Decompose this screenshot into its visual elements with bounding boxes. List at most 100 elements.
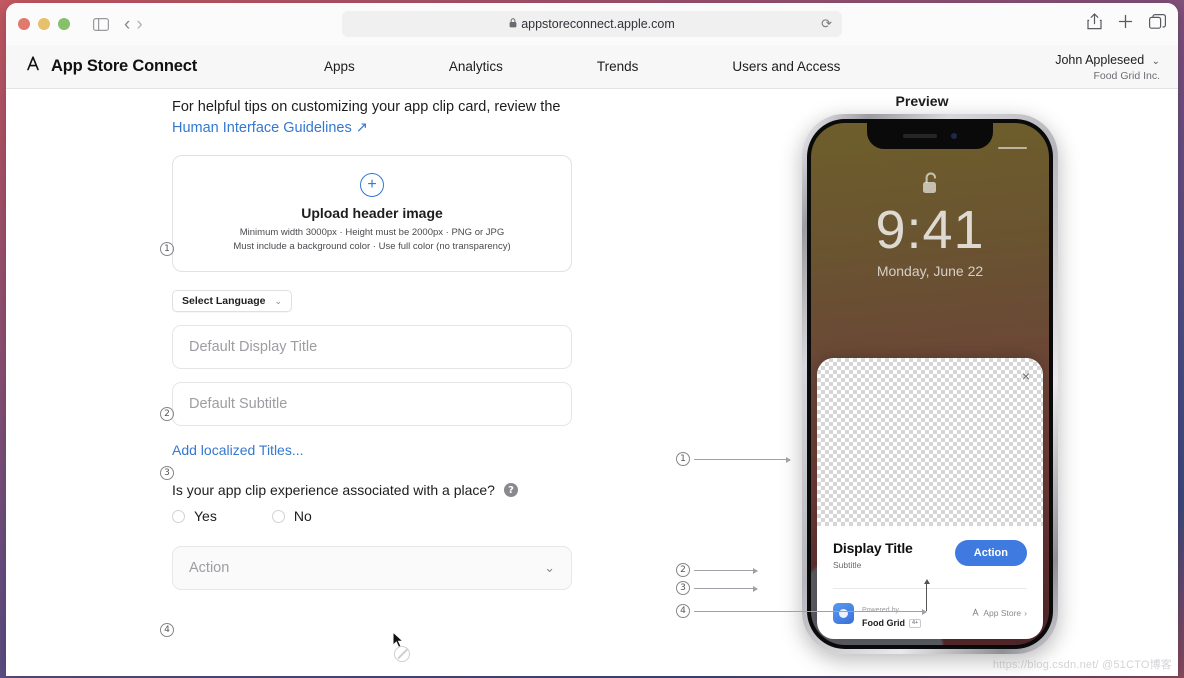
place-association-radios: Yes No	[172, 508, 666, 524]
account-name: John Appleseed	[1055, 52, 1145, 67]
app-store-connect-logo	[24, 55, 42, 78]
main-nav: Apps Analytics Trends Users and Access	[277, 59, 887, 74]
forward-arrow-icon[interactable]: ›	[136, 15, 142, 34]
dropzone-title: Upload header image	[301, 204, 443, 221]
callout-line-1	[694, 456, 791, 463]
phone-screen: 9:41 Monday, June 22 × Display Title Sub…	[811, 123, 1049, 645]
share-icon[interactable]	[1087, 13, 1102, 35]
phone-frame: 9:41 Monday, June 22 × Display Title Sub…	[802, 114, 1058, 654]
nav-item-apps[interactable]: Apps	[277, 59, 402, 74]
radio-no-label: No	[293, 508, 312, 525]
tip-sentence: For helpful tips on customizing your app…	[172, 99, 561, 115]
close-icon[interactable]: ×	[1022, 369, 1030, 383]
action-select[interactable]: Action ⌄	[172, 546, 572, 591]
callout-badge-2: 2	[676, 563, 690, 577]
nav-item-analytics[interactable]: Analytics	[402, 59, 550, 74]
display-title-placeholder: Default Display Title	[189, 339, 318, 356]
reload-icon[interactable]: ⟳	[821, 16, 832, 32]
action-placeholder: Action	[189, 560, 230, 577]
tip-text: For helpful tips on customizing your app…	[172, 97, 666, 138]
app-clip-card-body: Display Title Subtitle Action	[817, 526, 1043, 570]
account-org: Food Grid Inc.	[1093, 69, 1160, 82]
lockscreen-date: Monday, June 22	[876, 263, 984, 279]
chevron-down-icon: ⌄	[274, 295, 282, 306]
back-arrow-icon[interactable]: ‹	[124, 15, 130, 34]
powered-by-block: Powered by Food Grid 4+	[833, 598, 922, 629]
close-window-button[interactable]	[18, 18, 30, 30]
step-badge-2: 2	[160, 407, 174, 421]
browser-window: ‹ › appstoreconnect.apple.com ⟳ App Stor…	[6, 3, 1178, 676]
dropzone-requirements: Minimum width 3000px · Height must be 20…	[233, 226, 511, 253]
front-camera-icon	[951, 133, 957, 139]
address-text: appstoreconnect.apple.com	[521, 17, 675, 31]
callout-badge-3: 3	[676, 581, 690, 595]
address-bar[interactable]: appstoreconnect.apple.com ⟳	[342, 11, 842, 37]
card-action-button[interactable]: Action	[954, 540, 1027, 566]
human-interface-guidelines-link[interactable]: Human Interface Guidelines ↗	[172, 120, 368, 136]
callout-badge-4: 4	[676, 604, 690, 618]
nav-arrows: ‹ ›	[124, 15, 143, 34]
new-tab-icon[interactable]	[1118, 14, 1133, 34]
header-image-dropzone[interactable]: + Upload header image Minimum width 3000…	[172, 155, 572, 273]
traffic-lights	[18, 18, 70, 30]
default-display-title-input[interactable]: Default Display Title	[172, 325, 572, 370]
sidebar-toggle-icon[interactable]	[88, 11, 114, 37]
callout-line-4	[694, 608, 927, 615]
iphone-mockup: 9:41 Monday, June 22 × Display Title Sub…	[802, 114, 1058, 654]
account-menu[interactable]: John Appleseed ⌄ Food Grid Inc.	[1055, 50, 1160, 83]
phone-notch	[867, 123, 993, 149]
step-badge-4: 4	[160, 623, 174, 637]
question-text: Is your app clip experience associated w…	[172, 482, 495, 499]
nav-item-trends[interactable]: Trends	[550, 59, 686, 74]
app-store-label: App Store	[983, 608, 1022, 619]
card-display-title: Display Title	[833, 540, 913, 556]
app-header: App Store Connect Apps Analytics Trends …	[6, 45, 1178, 89]
app-store-connect-logo-small	[971, 608, 980, 619]
radio-option-no[interactable]: No	[271, 508, 312, 525]
radio-option-yes[interactable]: Yes	[172, 508, 217, 524]
step-badge-3: 3	[160, 466, 174, 480]
add-plus-icon: +	[360, 172, 384, 197]
app-name: Food Grid	[862, 617, 905, 628]
nav-item-users-and-access[interactable]: Users and Access	[685, 59, 887, 74]
default-subtitle-input[interactable]: Default Subtitle	[172, 382, 572, 427]
step-badge-1: 1	[160, 242, 174, 256]
radio-no-input[interactable]	[271, 509, 285, 523]
app-clip-card-titles: Display Title Subtitle	[833, 540, 913, 570]
select-language-label: Select Language	[182, 295, 266, 308]
browser-toolbar: ‹ › appstoreconnect.apple.com ⟳	[6, 3, 1178, 45]
earpiece-speaker-icon	[903, 134, 937, 138]
add-localized-titles-link[interactable]: Add localized Titles...	[172, 442, 304, 458]
place-association-question: Is your app clip experience associated w…	[172, 482, 666, 498]
preview-panel: Preview 1 2 3 4 9:41 Monday, June 22 × D…	[666, 89, 1178, 676]
lockscreen-time: 9:41	[875, 200, 985, 260]
chevron-down-icon: ⌄	[1151, 55, 1160, 67]
app-clip-card-footer: Powered by Food Grid 4+	[833, 587, 1027, 629]
zoom-window-button[interactable]	[58, 18, 70, 30]
toolbar-right-actions	[1087, 13, 1166, 35]
unlocked-padlock-icon	[919, 171, 941, 200]
minimize-window-button[interactable]	[38, 18, 50, 30]
header-image-placeholder: ×	[817, 358, 1043, 526]
brand-title: App Store Connect	[51, 57, 198, 75]
app-store-link[interactable]: App Store ›	[971, 608, 1027, 619]
callout-line-2	[694, 567, 758, 574]
app-name-row: Food Grid 4+	[862, 617, 922, 629]
help-icon[interactable]: ?	[503, 483, 518, 498]
lock-icon	[509, 17, 517, 31]
callout-arrow-up-4	[923, 579, 930, 611]
tab-overview-icon[interactable]	[1149, 14, 1166, 34]
subtitle-placeholder: Default Subtitle	[189, 396, 288, 413]
brand[interactable]: App Store Connect	[24, 55, 197, 78]
callout-line-3	[694, 585, 758, 592]
chevron-right-icon: ›	[1024, 608, 1027, 619]
radio-yes-input[interactable]	[172, 509, 185, 523]
page-body: For helpful tips on customizing your app…	[6, 89, 1178, 676]
select-language-dropdown[interactable]: Select Language ⌄	[172, 290, 292, 313]
external-link-icon: ↗	[355, 119, 368, 136]
status-bar-indicator	[998, 147, 1027, 149]
app-icon	[833, 602, 854, 624]
app-clip-card-form: For helpful tips on customizing your app…	[6, 89, 666, 676]
age-rating-badge: 4+	[909, 618, 922, 628]
preview-heading: Preview	[895, 93, 949, 109]
